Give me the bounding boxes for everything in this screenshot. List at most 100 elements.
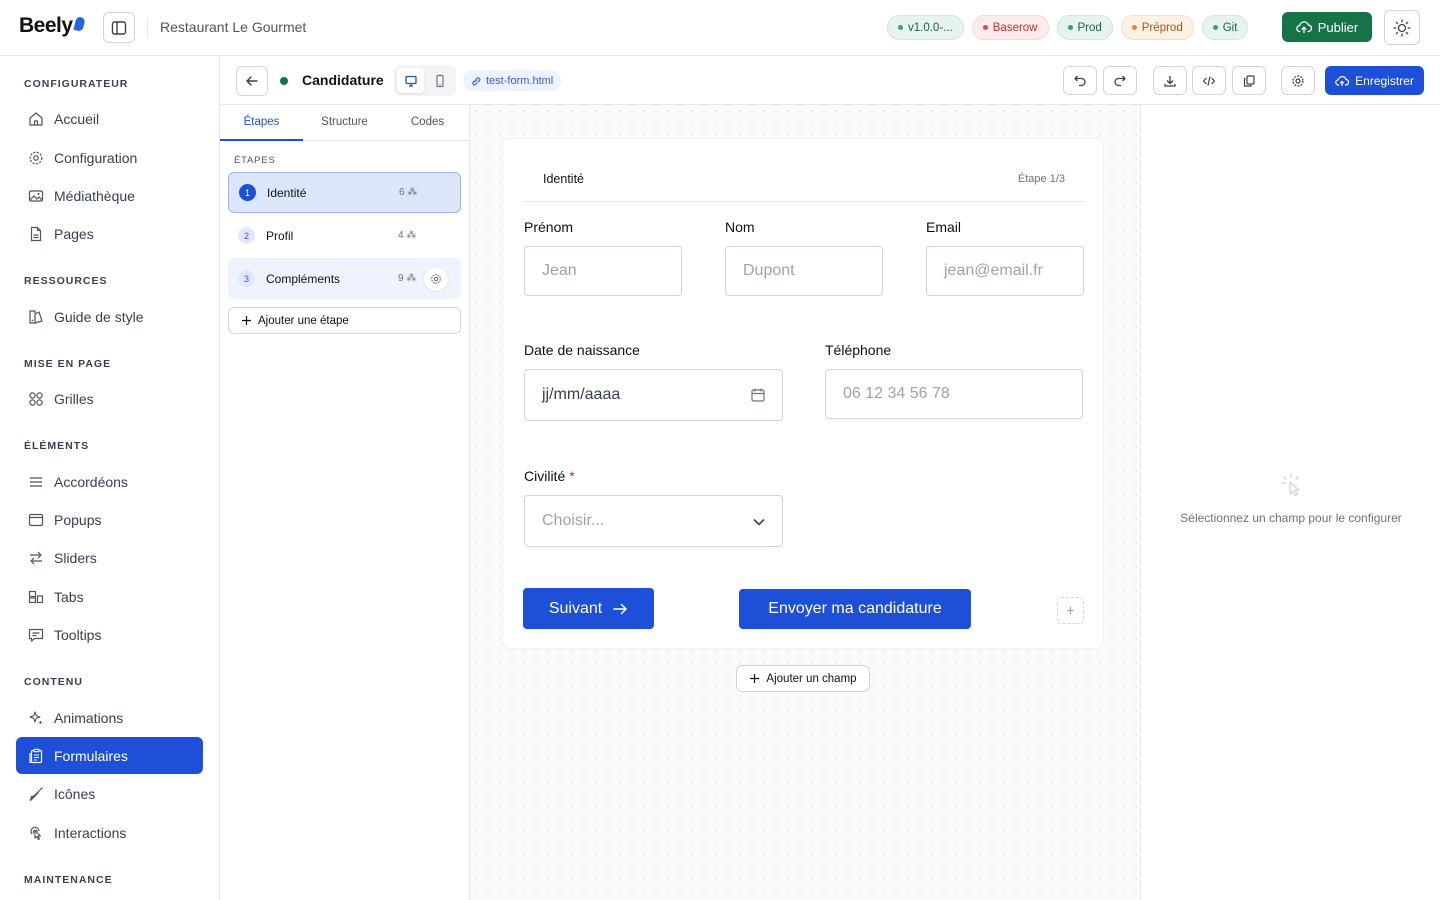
civilite-select[interactable]: Choisir... [524, 495, 783, 547]
sidebar-item-accordeons[interactable]: Accordéons [16, 463, 203, 500]
sidebar-section-title: ÉLÉMENTS [24, 440, 90, 452]
download-icon [1164, 75, 1176, 87]
sidebar-item-grilles[interactable]: Grilles [16, 380, 203, 417]
desktop-view-button[interactable] [397, 68, 424, 93]
divider [147, 18, 148, 38]
steps-panel: Étapes Structure Codes ÉTAPES 1 Identité… [220, 105, 470, 900]
form-canvas: Identité Étape 1/3 Prénom Jean Nom Dupon… [470, 105, 1140, 900]
step-field-count: 6 ⁂ [399, 187, 418, 198]
sidebar-item-guide-de-style[interactable]: Guide de style [16, 298, 203, 335]
properties-panel: Sélectionnez un champ pour le configurer [1140, 105, 1440, 900]
app-logo[interactable]: Beely [19, 14, 86, 38]
gear-icon [1292, 74, 1304, 87]
theme-toggle-button[interactable] [1384, 10, 1420, 45]
add-field-button[interactable]: Ajouter un champ [736, 665, 870, 692]
mobile-view-button[interactable] [426, 68, 453, 93]
preprod-badge[interactable]: Préprod [1120, 15, 1194, 40]
save-button[interactable]: Enregistrer [1325, 66, 1424, 95]
prenom-input[interactable]: Jean [524, 246, 682, 296]
sidebar-item-animations[interactable]: Animations [16, 699, 203, 736]
email-input[interactable]: jean@email.fr [926, 246, 1084, 296]
plus-icon [1067, 607, 1074, 614]
download-button[interactable] [1153, 66, 1187, 95]
environment-badges: v1.0.0-... Baserow Prod Préprod Git [887, 15, 1249, 40]
logo-mark-icon [72, 16, 86, 32]
home-icon [28, 111, 44, 127]
next-button[interactable]: Suivant [523, 588, 654, 629]
sidebar-item-label: Popups [54, 511, 102, 528]
settings-button[interactable] [1281, 66, 1315, 95]
sidebar-section-title: MAINTENANCE [24, 874, 113, 886]
sidebar-item-popups[interactable]: Popups [16, 501, 203, 538]
plus-icon [750, 674, 760, 683]
sidebar-item-label: Grilles [54, 390, 94, 407]
submit-button[interactable]: Envoyer ma candidature [739, 589, 971, 629]
sidebar-item-label: Guide de style [54, 308, 144, 325]
current-step-name: Identité [543, 172, 585, 186]
step-progress: Étape 1/3 [1017, 173, 1065, 185]
step-item-identite[interactable]: 1 Identité 6 ⁂ [228, 172, 461, 213]
arrow-left-icon [246, 76, 258, 86]
step-item-profil[interactable]: 2 Profil 4 ⁂ [228, 215, 461, 256]
step-settings-button[interactable] [423, 265, 449, 292]
sidebar-item-mediatheque[interactable]: Médiathèque [16, 177, 203, 214]
publish-button[interactable]: Publier [1282, 12, 1372, 42]
cloud-upload-icon [1296, 21, 1312, 33]
sidebar-item-accueil[interactable]: Accueil [16, 100, 203, 137]
step-number: 3 [238, 270, 255, 287]
add-step-button[interactable]: Ajouter une étape [228, 307, 461, 334]
properties-empty-state: Sélectionnez un champ pour le configurer [1141, 473, 1440, 525]
sidebar-item-formulaires[interactable]: Formulaires [16, 737, 203, 774]
step-label: Profil [266, 228, 294, 243]
sidebar-item-label: Icônes [54, 785, 96, 802]
sidebar-item-tabs[interactable]: Tabs [16, 578, 203, 615]
step-label: Compléments [266, 271, 341, 286]
git-badge[interactable]: Git [1201, 15, 1249, 40]
undo-button[interactable] [1063, 66, 1097, 95]
tab-etapes[interactable]: Étapes [220, 105, 303, 141]
nom-input[interactable]: Dupont [725, 246, 883, 296]
redo-button[interactable] [1103, 66, 1137, 95]
required-marker: * [569, 468, 575, 484]
sidebar-item-pages[interactable]: Pages [16, 215, 203, 252]
add-element-button[interactable] [1057, 597, 1084, 624]
sidebar-item-interactions[interactable]: Interactions [16, 814, 203, 851]
sparkles-icon [28, 710, 44, 726]
form-title[interactable]: Candidature [302, 72, 384, 88]
tab-codes[interactable]: Codes [386, 105, 469, 140]
monitor-icon [404, 75, 417, 87]
date-naissance-input[interactable]: jj/mm/aaaa [524, 369, 783, 421]
sidebar-item-sliders[interactable]: Sliders [16, 539, 203, 576]
code-icon [1202, 75, 1216, 86]
gear-icon [431, 273, 441, 284]
back-button[interactable] [236, 66, 268, 96]
sidebar-item-icones[interactable]: Icônes [16, 775, 203, 812]
sidebar-item-label: Sliders [54, 549, 97, 566]
step-number: 1 [239, 184, 256, 201]
step-item-complements[interactable]: 3 Compléments 9 ⁂ [228, 258, 461, 299]
project-name[interactable]: Restaurant Le Gourmet [160, 19, 306, 35]
step-number: 2 [238, 227, 255, 244]
plus-icon [242, 316, 251, 325]
copy-button[interactable] [1232, 66, 1266, 95]
sidebar-item-label: Interactions [54, 824, 127, 841]
version-badge[interactable]: v1.0.0-... [887, 15, 964, 40]
gear-icon [28, 150, 44, 166]
sidebar-item-tooltips[interactable]: Tooltips [16, 616, 203, 653]
step-label: Identité [267, 185, 307, 200]
sidebar-toggle-button[interactable] [103, 12, 135, 43]
prod-badge[interactable]: Prod [1056, 15, 1113, 40]
code-view-button[interactable] [1192, 66, 1226, 95]
sidebar-item-configuration[interactable]: Configuration [16, 139, 203, 176]
file-icon [28, 226, 44, 242]
chevron-down-icon [752, 515, 766, 529]
file-link[interactable]: test-form.html [463, 70, 562, 91]
sidebar: CONFIGURATEUR Accueil Configuration Médi… [0, 56, 220, 900]
form-icon [28, 748, 44, 764]
calendar-icon[interactable] [750, 387, 766, 403]
baserow-badge[interactable]: Baserow [971, 15, 1049, 40]
pointer-icon [28, 825, 44, 841]
tab-structure[interactable]: Structure [303, 105, 386, 140]
telephone-input[interactable]: 06 12 34 56 78 [825, 369, 1083, 419]
sidebar-section-title: RESSOURCES [24, 275, 108, 287]
